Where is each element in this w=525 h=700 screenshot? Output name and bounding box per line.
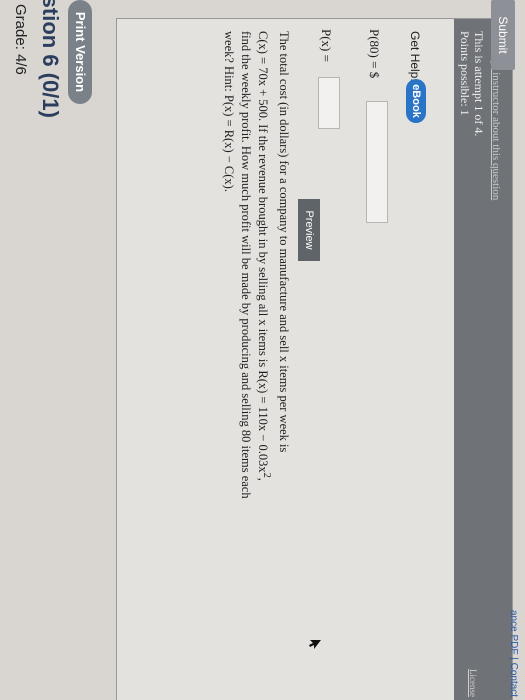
px-label: P(x) = — [319, 29, 334, 62]
attempt-count: This is attempt 1 of 4. — [472, 31, 486, 137]
points-possible: Points possible: 1 — [458, 31, 472, 116]
footer-bar: Points possible: 1 This is attempt 1 of … — [454, 19, 512, 700]
preview-button[interactable]: Preview — [298, 199, 320, 261]
px-input[interactable] — [318, 77, 340, 129]
problem-line-3: find the weekly profit. How much profit … — [238, 31, 253, 499]
problem-line-4: week? Hint: P(x) = R(x) − C(x). — [221, 31, 236, 192]
mouse-cursor-icon — [309, 640, 321, 649]
problem-line-2: C(x) = 70x + 500. If the revenue brought… — [255, 31, 272, 481]
exponent: 2 — [261, 472, 272, 478]
license-link[interactable]: License — [468, 669, 478, 697]
problem-line-1: The total cost (in dollars) for a compan… — [277, 31, 291, 453]
print-version-button[interactable]: Print Version — [68, 0, 92, 104]
question-page: uestion 6 (0/1) Grade: 4/6 Print Version… — [0, 0, 525, 700]
question-title: uestion 6 (0/1) — [38, 0, 63, 118]
ebook-button[interactable]: eBook — [406, 79, 426, 123]
question-panel: The total cost (in dollars) for a compan… — [116, 18, 513, 700]
submit-button[interactable]: Submit — [491, 0, 515, 70]
problem-text: The total cost (in dollars) for a compan… — [220, 31, 292, 551]
p80-label: P(80) = $ — [367, 29, 382, 79]
grade-label: Grade: 4/6 — [12, 4, 29, 75]
get-help-label: Get Help: — [408, 31, 422, 82]
p80-input[interactable] — [366, 101, 388, 223]
screen-photo: uestion 6 (0/1) Grade: 4/6 Print Version… — [0, 0, 525, 700]
bottom-links[interactable]: ance PDF | Contact Us — [508, 610, 519, 700]
